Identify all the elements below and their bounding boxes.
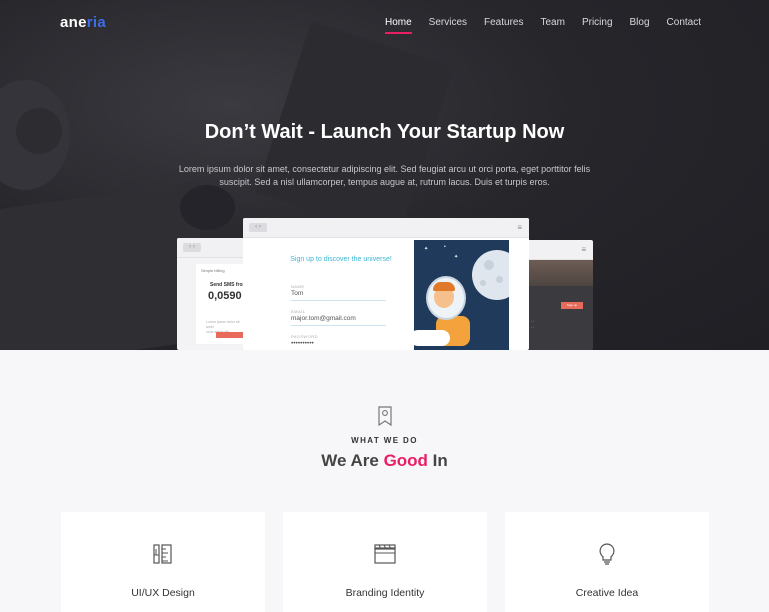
mockup-header: Simple billing [201,268,225,273]
moon-icon [472,250,509,300]
menu-icon: ≡ [581,245,586,254]
mockup-left: ‹ › Simple billing Send SMS from 0,0590 … [177,238,247,350]
mockup-button [216,332,244,338]
nav-item-team[interactable]: Team [540,17,564,35]
hero-section: aneria Home Services Features Team Prici… [0,0,769,350]
field-underline [291,300,386,301]
title-part: We Are [321,451,384,470]
back-forward-icon: ‹ › [183,243,201,252]
nav-item-features[interactable]: Features [484,17,523,35]
mockup-image [527,260,593,286]
nav-item-home[interactable]: Home [384,17,412,35]
logo-accent: ria [86,14,106,31]
form-title: Sign up to discover the universe! [290,256,392,263]
field-underline [291,325,386,326]
service-label: Branding Identity [345,587,425,599]
hero-title: Don’t Wait - Launch Your Startup Now [204,121,565,143]
background-decoration [0,180,200,350]
star-icon: ✦ [454,254,459,260]
hero-description: Lorem ipsum dolor sit amet, consectetur … [178,164,591,187]
ruler-pencil-icon [153,544,172,564]
mockup-toolbar: ≡ [527,240,593,260]
service-label: UI/UX Design [131,587,195,599]
service-card-idea[interactable]: Creative Idea [505,512,709,612]
moon-crater [484,260,494,270]
top-navbar: aneria Home Services Features Team Prici… [0,0,769,46]
astronaut-illustration: ✦ ✦ • [414,240,509,350]
title-highlight: Good [383,451,428,470]
logo[interactable]: aneria [60,14,106,31]
menu-icon: ≡ [517,223,522,232]
moon-crater [480,280,486,286]
service-card-uiux[interactable]: UI/UX Design [61,512,265,612]
astronaut-hair [433,282,455,291]
name-label: NAME [291,284,305,289]
services-section: WHAT WE DO We Are Good In UI/UX Design B… [0,350,769,612]
back-forward-icon: ‹ › [249,223,267,232]
section-title: We Are Good In [0,451,769,471]
moon-crater [496,276,503,283]
star-icon: ✦ [424,246,429,252]
email-field: major.tom@gmail.com [291,315,356,322]
signup-form: Sign up to discover the universe! NAME T… [263,239,398,350]
password-field: •••••••••• [291,340,314,347]
nav-menu: Home Services Features Team Pricing Blog… [368,17,701,35]
password-label: PASSWORD [291,334,319,339]
section-subtitle: WHAT WE DO [351,436,418,445]
lightbulb-icon [599,543,615,565]
mockup-toolbar: ‹ › ≡ [243,218,529,238]
star-icon: • [444,244,446,250]
mockup-main: ‹ › ≡ Sign up to discover the universe! … [243,218,529,350]
nav-item-blog[interactable]: Blog [630,17,650,35]
service-card-branding[interactable]: Branding Identity [283,512,487,612]
nav-item-contact[interactable]: Contact [667,17,701,35]
cloud-shape [414,330,450,346]
mockup-toolbar: ‹ › [177,238,247,258]
nav-item-pricing[interactable]: Pricing [582,17,613,35]
mockup-title: Send SMS from [210,282,247,288]
mockup-button: Sign up [561,302,583,309]
background-decoration [180,185,235,230]
bookmark-icon [378,406,392,427]
mockup-amount: 0,0590 [208,290,242,302]
mockup-card: Simple billing Send SMS from 0,0590 Lore… [196,264,247,344]
mockup-right: ≡ Sign up • • • • [527,240,593,350]
service-label: Creative Idea [575,587,639,599]
mockup-dots: • • • • [531,319,534,329]
email-label: EMAIL [291,309,306,314]
nav-item-services[interactable]: Services [429,17,467,35]
name-field: Tom [291,290,304,297]
clapperboard-icon [374,544,396,564]
title-part: In [427,451,448,470]
logo-main: ane [60,14,87,31]
